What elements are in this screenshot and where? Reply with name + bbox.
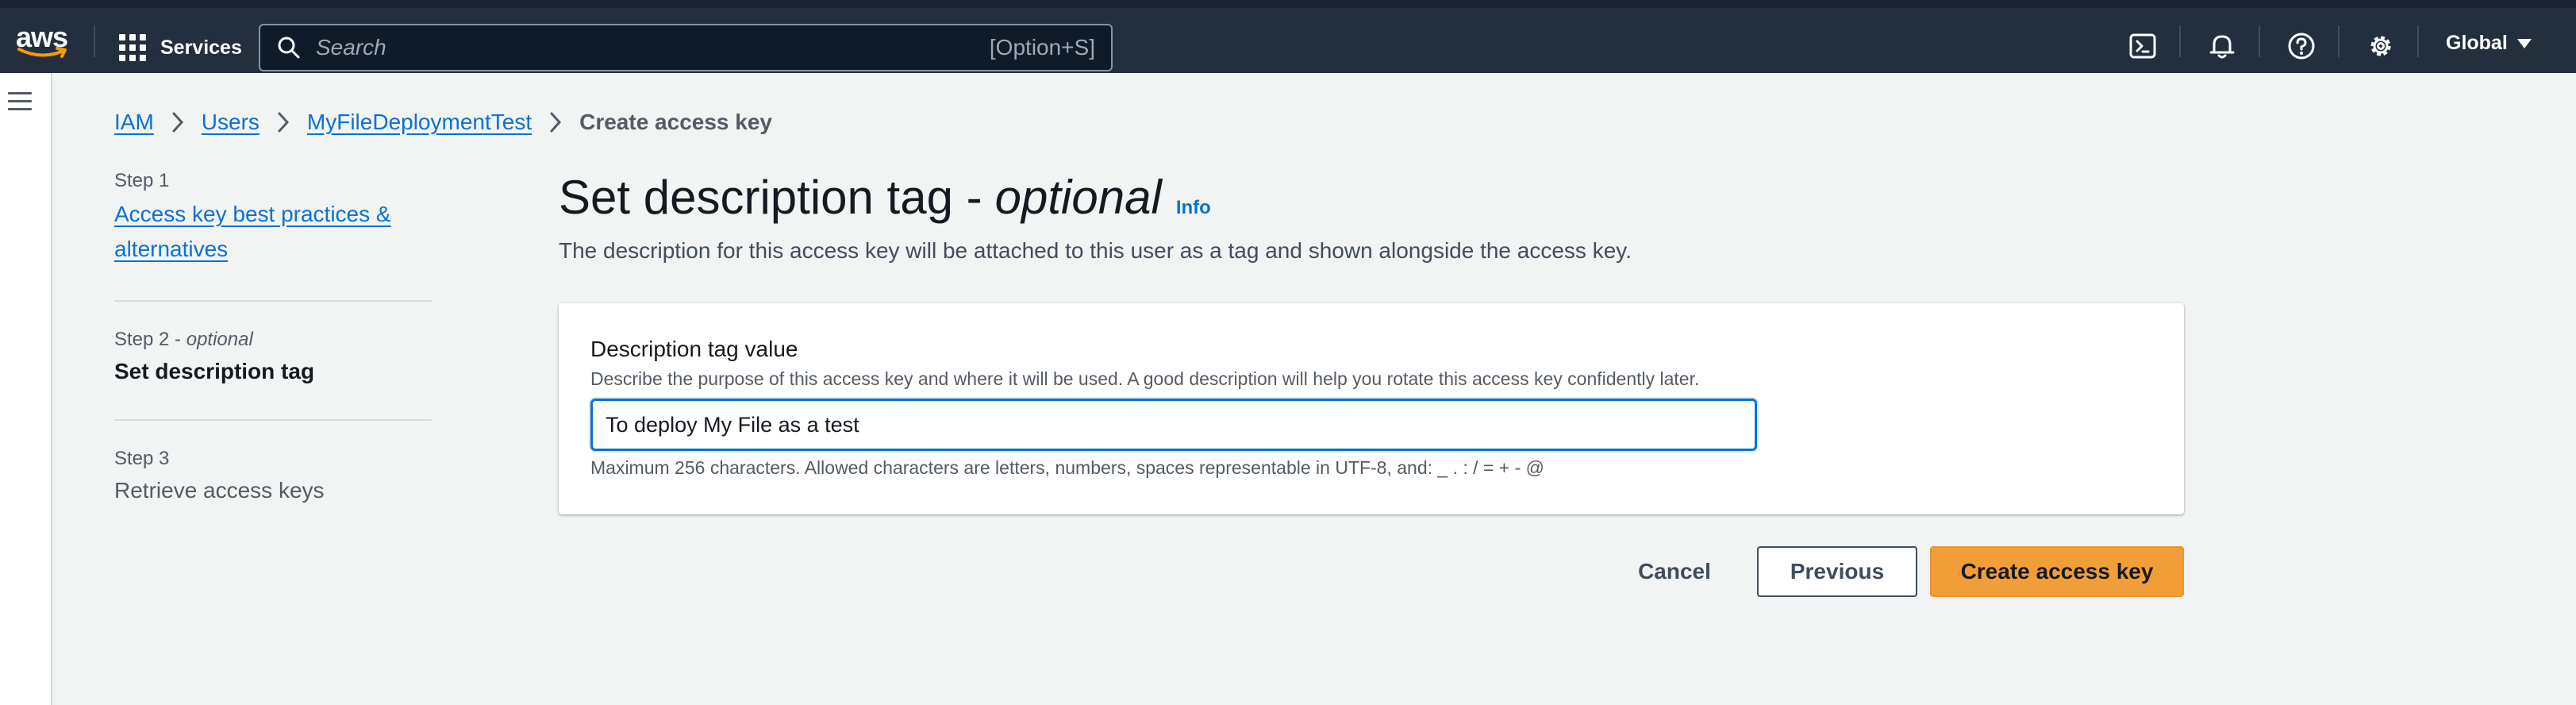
aws-smile-icon — [17, 47, 67, 58]
chevron-right-icon — [269, 108, 298, 137]
menu-icon[interactable] — [8, 92, 32, 111]
chevron-right-icon — [163, 108, 192, 137]
form-container: Description tag value Describe the purpo… — [559, 303, 2184, 514]
chevron-right-icon — [541, 108, 570, 137]
step-1-link[interactable]: Access key best practices & alternatives — [114, 197, 400, 267]
search-input[interactable]: Search — [316, 35, 990, 60]
nav-divider — [2259, 25, 2260, 57]
step-label: Step 2 - optional — [114, 329, 253, 350]
wizard-step-1: Step 1 Access key best practices & alter… — [114, 170, 432, 300]
services-grid-icon — [119, 34, 146, 61]
top-navigation: aws Services Search [Option+S] Global — [0, 0, 2576, 73]
wizard-step-3: Step 3 Retrieve access keys — [114, 421, 432, 503]
services-label: Services — [160, 36, 242, 59]
bell-icon[interactable] — [2205, 29, 2240, 64]
breadcrumb-user[interactable]: MyFileDeploymentTest — [307, 110, 532, 135]
nav-divider — [2338, 25, 2340, 57]
nav-divider — [94, 25, 95, 57]
page-description: The description for this access key will… — [559, 238, 1632, 263]
breadcrumb-current: Create access key — [579, 110, 772, 134]
field-constraint-text: Maximum 256 characters. Allowed characte… — [590, 457, 1544, 478]
step-3-title: Retrieve access keys — [114, 478, 325, 503]
previous-button[interactable]: Previous — [1757, 546, 1917, 597]
breadcrumb-users[interactable]: Users — [202, 110, 260, 135]
aws-logo[interactable]: aws — [16, 21, 71, 62]
nav-divider — [2417, 25, 2419, 57]
description-tag-input[interactable] — [590, 399, 1757, 451]
services-menu-button[interactable]: Services — [119, 32, 242, 64]
search-shortcut: [Option+S] — [989, 35, 1095, 60]
page-title: Set description tag - optional Info — [559, 170, 1211, 225]
step-2-title: Set description tag — [114, 359, 315, 383]
step-label: Step 3 — [114, 448, 170, 469]
info-link[interactable]: Info — [1176, 197, 1211, 219]
cloudshell-icon[interactable] — [2125, 29, 2160, 64]
nav-divider — [2179, 25, 2181, 57]
wizard-step-2: Step 2 - optional Set description tag — [114, 302, 432, 419]
field-description: Describe the purpose of this access key … — [590, 368, 1700, 389]
page-title-text: Set description tag - — [559, 171, 982, 224]
settings-icon[interactable] — [2363, 29, 2398, 64]
wizard-steps: Step 1 Access key best practices & alter… — [114, 170, 432, 503]
caret-down-icon — [2516, 38, 2532, 48]
create-access-key-button[interactable]: Create access key — [1930, 546, 2184, 597]
field-label: Description tag value — [590, 337, 798, 361]
side-navigation-rail — [0, 73, 52, 705]
region-selector[interactable]: Global — [2446, 32, 2532, 55]
search-bar[interactable]: Search [Option+S] — [259, 24, 1113, 71]
search-icon — [267, 25, 311, 70]
help-icon[interactable] — [2284, 29, 2319, 64]
step-label: Step 1 — [114, 170, 170, 191]
breadcrumb-iam[interactable]: IAM — [114, 110, 154, 135]
page-title-optional: optional — [994, 171, 1162, 224]
breadcrumb: IAM Users MyFileDeploymentTest Create ac… — [114, 108, 772, 137]
cancel-button[interactable]: Cancel — [1635, 546, 1714, 597]
region-label: Global — [2446, 32, 2508, 54]
